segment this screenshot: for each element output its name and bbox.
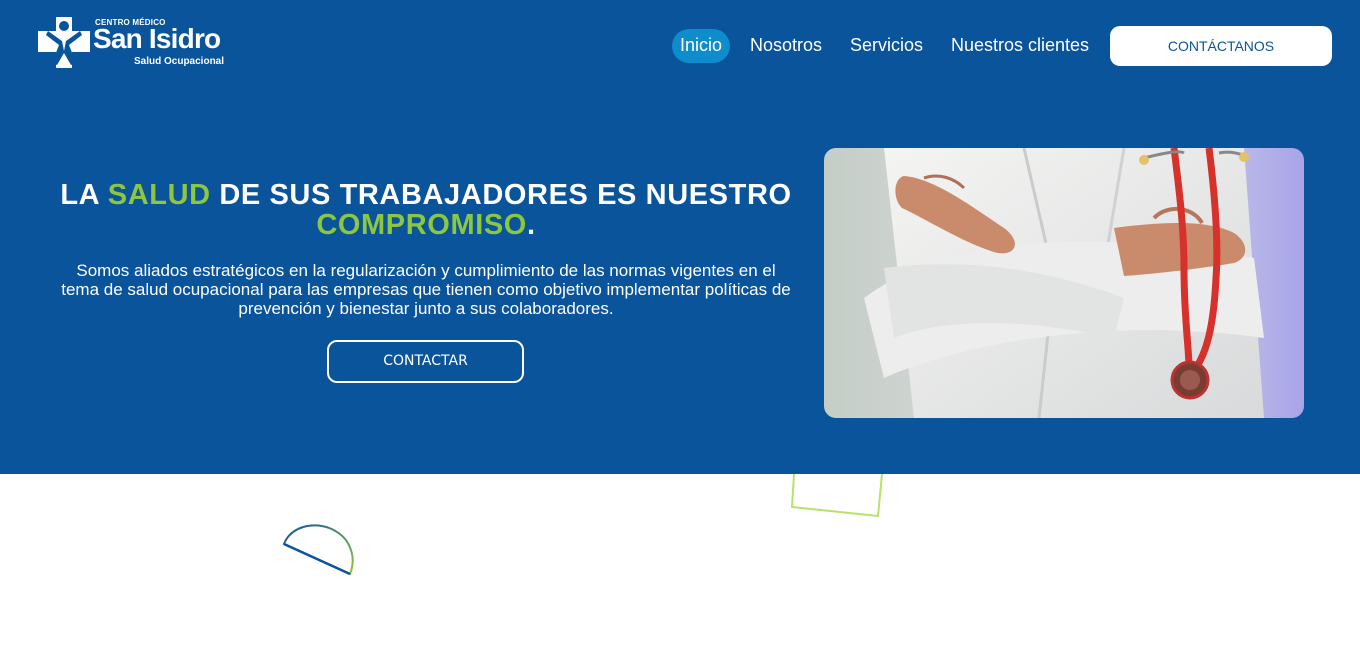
- headline-highlight-compromiso: COMPROMISO: [316, 209, 527, 241]
- hero-description: Somos aliados estratégicos en la regular…: [61, 261, 791, 318]
- nav-item-servicios[interactable]: Servicios: [850, 29, 923, 63]
- brand-tagline: Salud Ocupacional: [134, 56, 225, 67]
- doctor-with-stethoscope-photo: [824, 148, 1304, 418]
- brand-name: San Isidro: [93, 23, 221, 54]
- contactar-button[interactable]: CONTACTAR: [327, 340, 524, 383]
- hero-headline: LA SALUD DE SUS TRABAJADORES ES NUESTRO …: [40, 180, 812, 240]
- nav-item-nuestros-clientes[interactable]: Nuestros clientes: [951, 29, 1089, 63]
- hero-section: CENTRO MÉDICO San Isidro Salud Ocupacion…: [0, 0, 1360, 474]
- half-circle-decoration: [282, 524, 354, 576]
- nav-item-inicio[interactable]: Inicio: [672, 29, 731, 63]
- square-outline-decoration: [790, 474, 883, 518]
- headline-part: DE SUS TRABAJADORES ES NUESTRO: [210, 179, 792, 211]
- brand-logo[interactable]: CENTRO MÉDICO San Isidro Salud Ocupacion…: [38, 17, 228, 71]
- contactanos-button[interactable]: CONTÁCTANOS: [1110, 26, 1332, 66]
- headline-highlight-salud: SALUD: [107, 179, 211, 211]
- nav-item-nosotros[interactable]: Nosotros: [750, 29, 822, 63]
- headline-part: LA: [60, 179, 108, 211]
- headline-part: .: [526, 209, 536, 241]
- medical-cross-person-logo-icon: [38, 17, 90, 68]
